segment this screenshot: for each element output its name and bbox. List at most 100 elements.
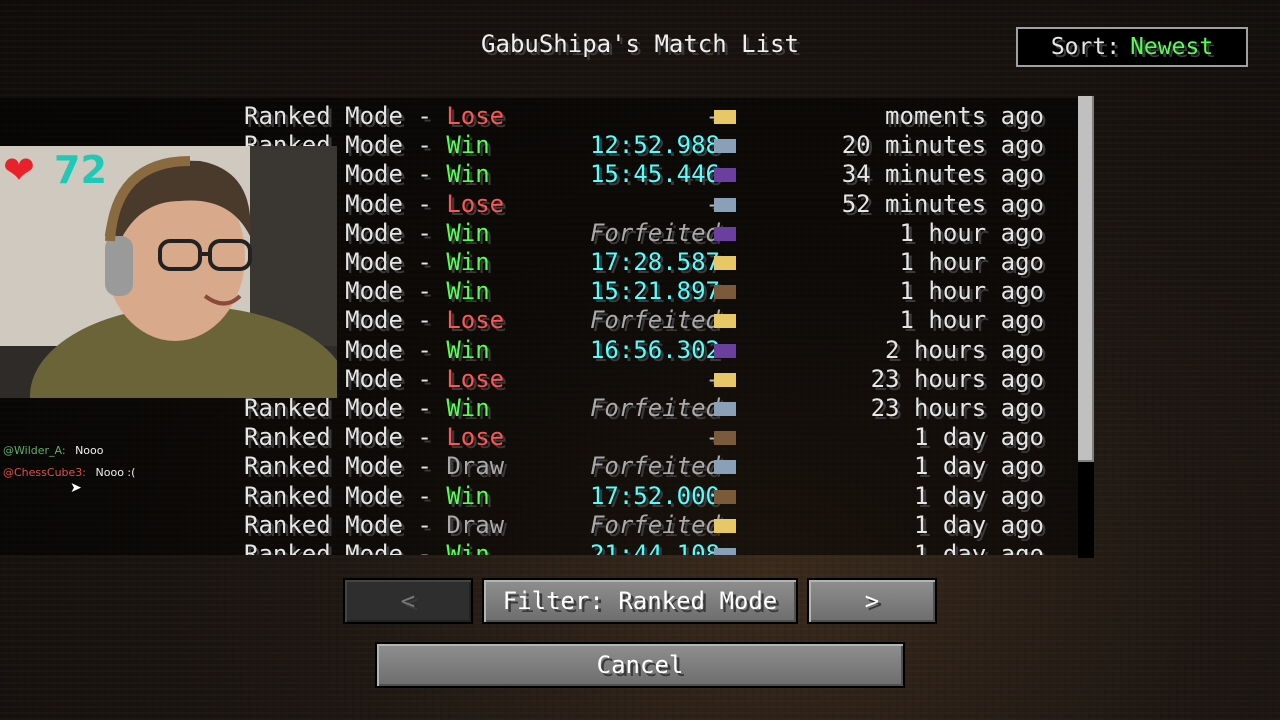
match-row[interactable]: Ranked Mode - Win 21:44.108 1 day ago <box>0 540 1078 555</box>
separator: - <box>417 306 432 335</box>
scrollbar-thumb[interactable] <box>1078 96 1094 462</box>
match-time: 21:44.108 <box>589 540 720 555</box>
match-age: 2 hours ago <box>885 335 1044 364</box>
match-row[interactable]: Ranked Mode - Lose -1 day ago <box>0 423 1078 452</box>
mode-name: Ranked Mode <box>244 510 403 539</box>
match-mode: Ranked Mode - Lose <box>244 423 504 451</box>
portal-icon <box>714 343 736 358</box>
match-row[interactable]: Ranked Mode - Draw Forfeited 1 day ago <box>0 452 1078 481</box>
match-time: Forfeited <box>589 218 720 247</box>
separator: - <box>417 248 432 276</box>
mode-name: Ranked Mode <box>244 423 403 452</box>
mode-name: Ranked Mode <box>244 481 403 510</box>
match-result: Lose <box>446 423 505 452</box>
match-age: 52 minutes ago <box>841 189 1044 218</box>
sort-button[interactable]: Sort: Newest <box>1016 27 1248 67</box>
village-icon <box>714 372 736 387</box>
match-result: Lose <box>446 102 505 130</box>
village-icon <box>714 110 736 124</box>
match-result: Win <box>446 218 490 247</box>
mode-name: Ranked Mode <box>244 452 403 481</box>
match-mode: Ranked Mode - Lose <box>244 102 504 130</box>
prev-page-label: < <box>400 587 416 615</box>
filter-label: Filter: Ranked Mode <box>502 587 778 615</box>
separator: - <box>417 335 432 364</box>
webcam-overlay: ❤ 72 <box>0 146 337 398</box>
match-row[interactable]: Ranked Mode - Win 17:52.000 1 day ago <box>0 482 1078 511</box>
match-age: 1 day ago <box>913 540 1044 555</box>
mode-name: Ranked Mode <box>244 394 403 422</box>
filter-button[interactable]: Filter: Ranked Mode <box>482 578 798 624</box>
prev-page-button[interactable]: < <box>343 578 473 624</box>
separator: - <box>417 364 432 393</box>
village-icon <box>714 256 736 270</box>
separator: - <box>417 189 432 218</box>
match-age: 34 minutes ago <box>841 160 1044 189</box>
match-row[interactable]: Ranked Mode - Win Forfeited 23 hours ago <box>0 394 1078 423</box>
match-age: 23 hours ago <box>870 364 1044 393</box>
ship-icon <box>714 489 736 504</box>
house-icon <box>714 402 736 416</box>
match-age: 1 day ago <box>913 481 1044 510</box>
separator: - <box>417 481 432 510</box>
village-icon <box>714 518 736 533</box>
match-age: 1 day ago <box>913 510 1044 539</box>
match-time: 12:52.988 <box>589 131 720 160</box>
next-page-button[interactable]: > <box>807 578 937 624</box>
match-time: - <box>705 423 720 452</box>
match-result: Lose <box>446 364 505 393</box>
match-time: Forfeited <box>589 306 720 335</box>
match-row[interactable]: Ranked Mode - Draw Forfeited 1 day ago <box>0 511 1078 540</box>
match-time: - <box>705 102 720 130</box>
chat-text: Nooo <box>75 444 104 457</box>
chat-message: @Wilder_A: Nooo <box>3 444 135 466</box>
match-result: Lose <box>446 306 505 335</box>
ship-icon <box>714 285 736 300</box>
separator: - <box>417 540 432 555</box>
match-age: 1 hour ago <box>899 248 1045 276</box>
match-mode: Ranked Mode - Win <box>244 482 490 510</box>
house-icon <box>714 139 736 154</box>
separator: - <box>417 423 432 452</box>
separator: - <box>417 277 432 306</box>
heart-icon: ❤ <box>3 148 35 192</box>
mouse-cursor-icon: ➤ <box>70 480 82 496</box>
match-age: 20 minutes ago <box>841 131 1044 160</box>
match-result: Win <box>446 394 490 422</box>
separator: - <box>417 160 432 189</box>
portal-icon <box>714 226 736 241</box>
scrollbar[interactable] <box>1078 96 1094 558</box>
house-icon <box>714 460 736 475</box>
separator: - <box>417 218 432 247</box>
match-age: 1 hour ago <box>899 277 1045 306</box>
match-time: - <box>705 189 720 218</box>
mode-name: Ranked Mode <box>244 540 403 555</box>
match-time: 17:28.587 <box>589 248 720 276</box>
match-result: Win <box>446 248 490 276</box>
separator: - <box>417 131 432 160</box>
cancel-button[interactable]: Cancel <box>375 642 905 688</box>
chat-username: @Wilder_A: <box>3 444 66 457</box>
match-mode: Ranked Mode - Win <box>244 394 490 422</box>
house-icon <box>714 548 736 555</box>
match-time: 16:56.302 <box>589 335 720 364</box>
match-result: Win <box>446 481 490 510</box>
match-time: - <box>705 364 720 393</box>
match-result: Win <box>446 131 490 160</box>
heart-count: 72 <box>54 148 107 192</box>
match-age: 1 day ago <box>913 423 1044 452</box>
match-mode: Ranked Mode - Win <box>244 540 490 555</box>
separator: - <box>417 394 432 422</box>
match-row[interactable]: Ranked Mode - Lose - moments ago <box>0 102 1078 131</box>
chat-username: @ChessCube3: <box>3 466 86 479</box>
match-age: moments ago <box>885 102 1044 130</box>
match-time: Forfeited <box>589 394 720 422</box>
next-page-label: > <box>864 587 880 615</box>
house-icon <box>714 197 736 212</box>
match-mode: Ranked Mode - Draw <box>244 511 504 539</box>
match-time: Forfeited <box>589 452 720 481</box>
separator: - <box>417 510 432 539</box>
separator: - <box>417 452 432 481</box>
chat-text: Nooo :( <box>95 466 136 479</box>
match-time: 15:45.446 <box>589 160 720 189</box>
